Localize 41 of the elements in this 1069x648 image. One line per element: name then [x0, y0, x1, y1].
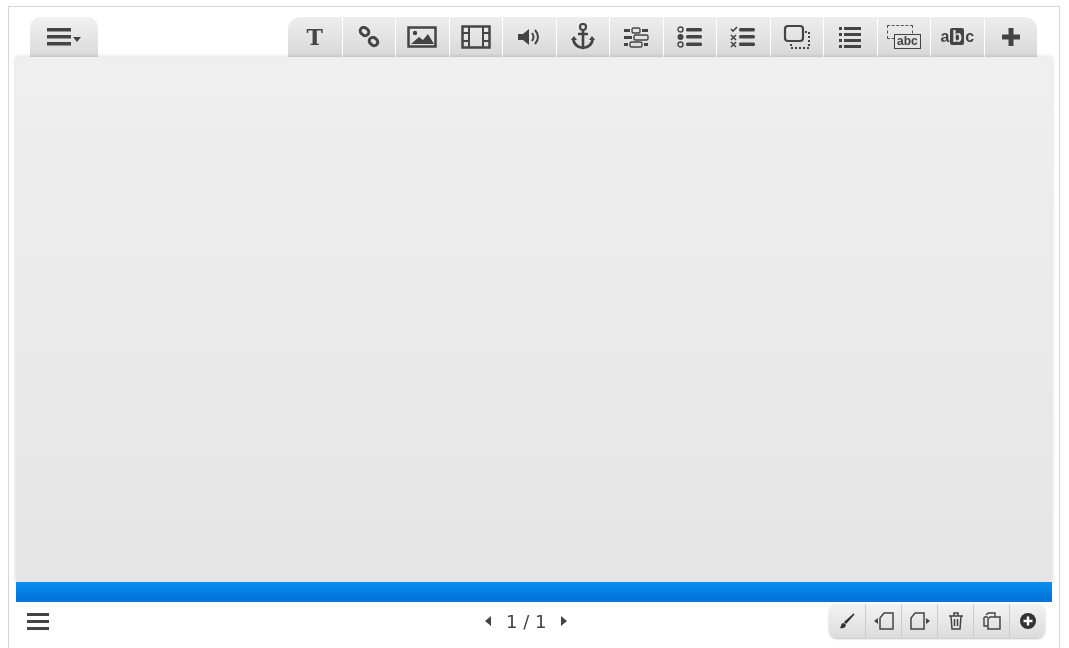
checklist-button[interactable] [716, 17, 770, 57]
plus-circle-icon [1018, 612, 1037, 630]
radio-list-icon [676, 26, 703, 48]
next-page-icon[interactable] [560, 616, 569, 626]
previous-page-icon[interactable] [484, 616, 492, 626]
duplicate-button[interactable] [973, 604, 1009, 638]
anchor-button[interactable] [555, 17, 609, 57]
menu-icon[interactable] [27, 612, 49, 630]
style-button[interactable] [829, 604, 865, 638]
copy-pages-icon [981, 612, 1002, 630]
text-button[interactable]: T [288, 17, 342, 57]
video-button[interactable] [448, 17, 502, 57]
brush-icon [839, 613, 855, 629]
menu-icon [47, 26, 81, 48]
audio-button[interactable] [502, 17, 556, 57]
page-insert-before-icon [872, 612, 895, 630]
overlay-boxes-icon [782, 24, 811, 50]
anchor-icon [569, 23, 596, 51]
image-icon [407, 26, 438, 48]
insert-before-button[interactable] [865, 604, 901, 638]
chain-link-icon [357, 26, 380, 48]
plus-icon [999, 26, 1022, 48]
trash-icon [947, 612, 964, 630]
list-button[interactable] [823, 17, 877, 57]
image-button[interactable] [395, 17, 449, 57]
overlay-button[interactable] [769, 17, 823, 57]
page-insert-after-icon [908, 612, 931, 630]
delete-button[interactable] [937, 604, 973, 638]
menu-button[interactable] [30, 17, 98, 57]
list-icon [838, 26, 863, 48]
link-button[interactable] [341, 17, 395, 57]
form-fields-icon [623, 26, 650, 48]
add-button[interactable] [1009, 604, 1045, 638]
checklist-icon [730, 26, 757, 48]
fields-button[interactable] [609, 17, 663, 57]
page-counter: 1 / 1 [506, 610, 547, 632]
text-field-button[interactable]: abc [876, 17, 930, 57]
film-strip-icon [460, 25, 491, 49]
radio-list-button[interactable] [662, 17, 716, 57]
insert-after-button[interactable] [901, 604, 937, 638]
highlight-button[interactable]: a b c [930, 17, 984, 57]
